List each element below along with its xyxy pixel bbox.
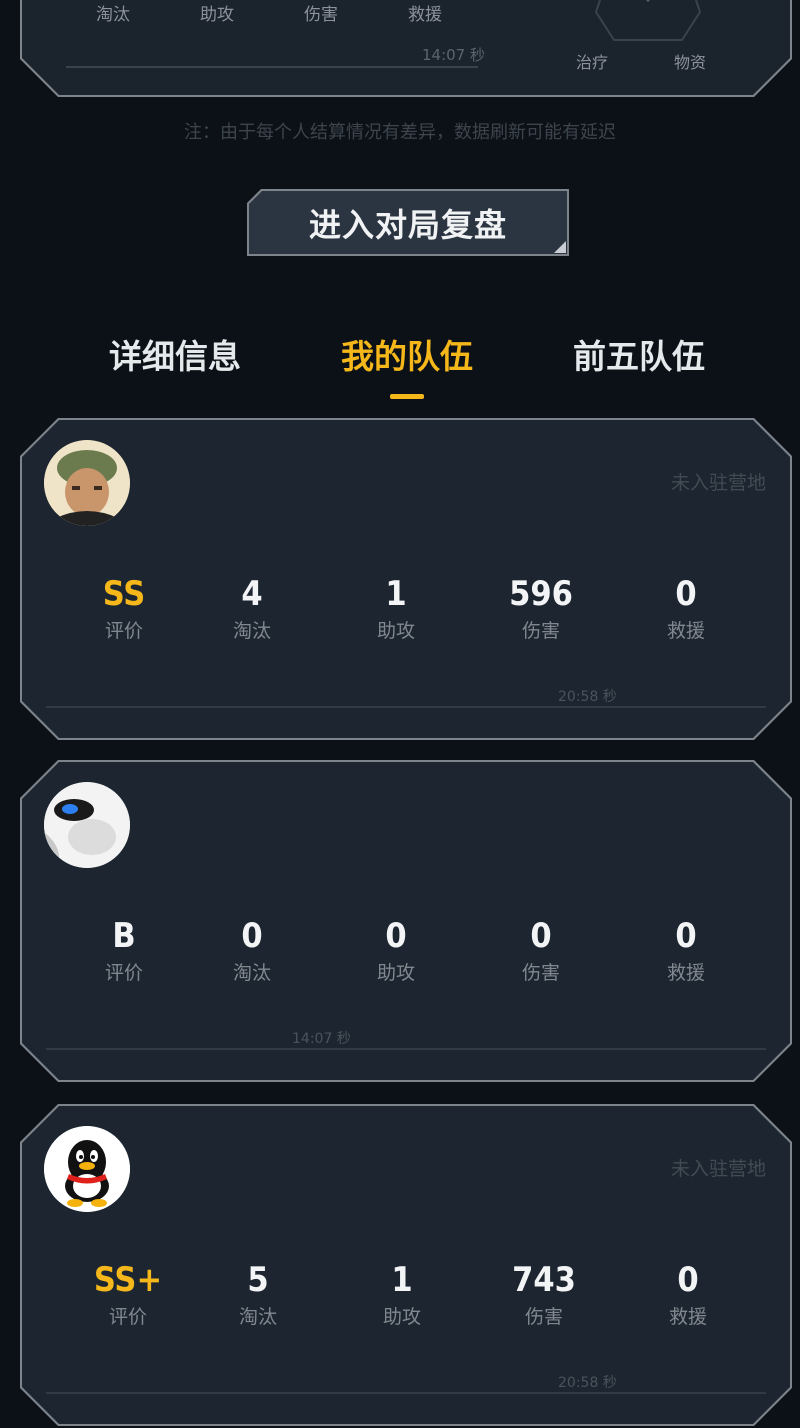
summary-label-supplies: 物资 <box>674 53 707 72</box>
stat-value: 0 <box>530 916 552 956</box>
stat-value: 0 <box>675 916 697 956</box>
survival-timer: 20:58 秒 <box>558 689 617 705</box>
radar-chart-icon <box>592 0 704 42</box>
player-avatar[interactable] <box>44 1126 130 1212</box>
survival-timer: 20:58 秒 <box>558 1375 617 1391</box>
stat-value: 0 <box>677 1260 699 1300</box>
summary-divider <box>66 66 478 68</box>
player-card[interactable]: 未入驻营地 SS+ 评价 5 淘汰 1 助攻 743 伤害 0 救援 20:58 秒 <box>20 1104 792 1426</box>
stat-assists: 1 助攻 <box>336 574 456 643</box>
stat-label: 救援 <box>666 962 705 984</box>
stat-value: 0 <box>675 574 697 614</box>
camp-status: 未入驻营地 <box>670 1158 766 1180</box>
summary-label-healing: 治疗 <box>576 53 609 72</box>
summary-label-eliminations: 淘汰 <box>96 5 130 25</box>
stat-value: 0 <box>385 916 407 956</box>
stat-damage: 743 伤害 <box>484 1260 604 1329</box>
data-delay-note: 注：由于每个人结算情况有差异，数据刷新可能有延迟 <box>184 122 616 143</box>
stat-label: 伤害 <box>524 1306 563 1328</box>
survival-timer: 14:07 秒 <box>292 1031 351 1047</box>
stat-label: 助攻 <box>376 962 415 984</box>
summary-label-damage: 伤害 <box>304 5 338 25</box>
stat-value: 596 <box>509 574 573 614</box>
stat-eliminations: 0 淘汰 <box>192 916 312 985</box>
player-avatar[interactable] <box>44 782 130 868</box>
summary-timer: 14:07 秒 <box>422 46 485 64</box>
stat-value: 4 <box>241 574 263 614</box>
stat-label: 淘汰 <box>232 620 271 642</box>
stat-eliminations: 4 淘汰 <box>192 574 312 643</box>
summary-label-rescues: 救援 <box>408 5 442 25</box>
stat-value: 5 <box>247 1260 269 1300</box>
stat-label: 评价 <box>104 962 143 984</box>
stat-rescues: 0 救援 <box>626 916 746 985</box>
stat-label: 助攻 <box>376 620 415 642</box>
stat-label: 淘汰 <box>232 962 271 984</box>
match-replay-button-label: 进入对局复盘 <box>249 191 567 254</box>
stat-label: 评价 <box>104 620 143 642</box>
summary-label-assists: 助攻 <box>200 5 234 25</box>
player-card[interactable]: 未入驻营地 SS 评价 4 淘汰 1 助攻 596 伤害 0 救援 20:58 秒 <box>20 418 792 740</box>
stat-eliminations: 5 淘汰 <box>198 1260 318 1329</box>
stat-value: 1 <box>385 574 407 614</box>
stat-label: 伤害 <box>521 620 560 642</box>
stat-assists: 1 助攻 <box>342 1260 462 1329</box>
stat-rating: SS 评价 <box>64 574 184 643</box>
stat-damage: 596 伤害 <box>481 574 601 643</box>
stat-rescues: 0 救援 <box>626 574 746 643</box>
card-divider <box>46 1392 766 1394</box>
match-results-page: 淘汰 助攻 伤害 救援 14:07 秒 治疗 物资 注：由于每个人结算情况有差异… <box>0 0 800 1428</box>
stat-value: 1 <box>391 1260 413 1300</box>
stat-label: 伤害 <box>521 962 560 984</box>
stat-value: 743 <box>512 1260 576 1300</box>
stat-label: 救援 <box>666 620 705 642</box>
camp-status: 未入驻营地 <box>670 472 766 494</box>
stat-rating: SS+ 评价 <box>68 1260 188 1329</box>
tab-bar: 详细信息 我的队伍 前五队伍 <box>0 330 800 410</box>
stat-label: 淘汰 <box>238 1306 277 1328</box>
match-replay-button[interactable]: 进入对局复盘 <box>247 189 569 256</box>
tab-top-five[interactable]: 前五队伍 <box>539 330 739 378</box>
stat-value: B <box>112 916 136 956</box>
stat-rescues: 0 救援 <box>628 1260 748 1329</box>
stat-label: 救援 <box>668 1306 707 1328</box>
player-card[interactable]: B 评价 0 淘汰 0 助攻 0 伤害 0 救援 14:07 秒 <box>20 760 792 1082</box>
stat-rating: B 评价 <box>64 916 184 985</box>
stat-label: 助攻 <box>382 1306 421 1328</box>
stat-damage: 0 伤害 <box>481 916 601 985</box>
tab-my-team[interactable]: 我的队伍 <box>307 330 507 378</box>
card-divider <box>46 706 766 708</box>
stat-value: SS <box>102 574 146 614</box>
card-divider <box>46 1048 766 1050</box>
stat-value: SS+ <box>93 1260 163 1300</box>
button-corner-icon <box>554 241 566 253</box>
tab-details[interactable]: 详细信息 <box>75 330 275 378</box>
stat-value: 0 <box>241 916 263 956</box>
stat-assists: 0 助攻 <box>336 916 456 985</box>
summary-panel: 淘汰 助攻 伤害 救援 14:07 秒 治疗 物资 <box>20 0 792 97</box>
active-tab-indicator <box>390 394 424 399</box>
stat-label: 评价 <box>108 1306 147 1328</box>
player-avatar[interactable] <box>44 440 130 526</box>
